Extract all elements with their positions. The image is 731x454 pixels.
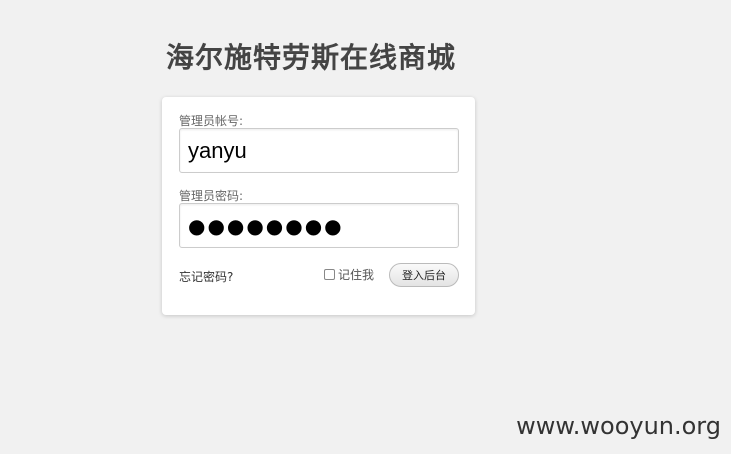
password-value: ●●●●●●●●	[188, 213, 344, 238]
username-value: yanyu	[188, 137, 247, 163]
site-title: 海尔施特劳斯在线商城	[166, 41, 457, 74]
watermark: www.wooyun.org	[516, 412, 721, 440]
password-label: 管理员密码:	[179, 189, 244, 203]
login-button[interactable]: 登入后台	[389, 263, 459, 287]
password-input[interactable]: ●●●●●●●●	[179, 203, 459, 248]
login-card: 管理员帐号: yanyu 管理员密码: ●●●●●●●● 忘记密码? 记住我 登…	[162, 97, 475, 315]
forgot-password-link[interactable]: 忘记密码?	[179, 268, 233, 285]
username-label: 管理员帐号:	[179, 114, 244, 128]
remember-label: 记住我	[338, 268, 375, 282]
remember-me[interactable]: 记住我	[324, 266, 374, 283]
remember-checkbox[interactable]	[324, 269, 335, 280]
username-input[interactable]: yanyu	[179, 128, 459, 173]
